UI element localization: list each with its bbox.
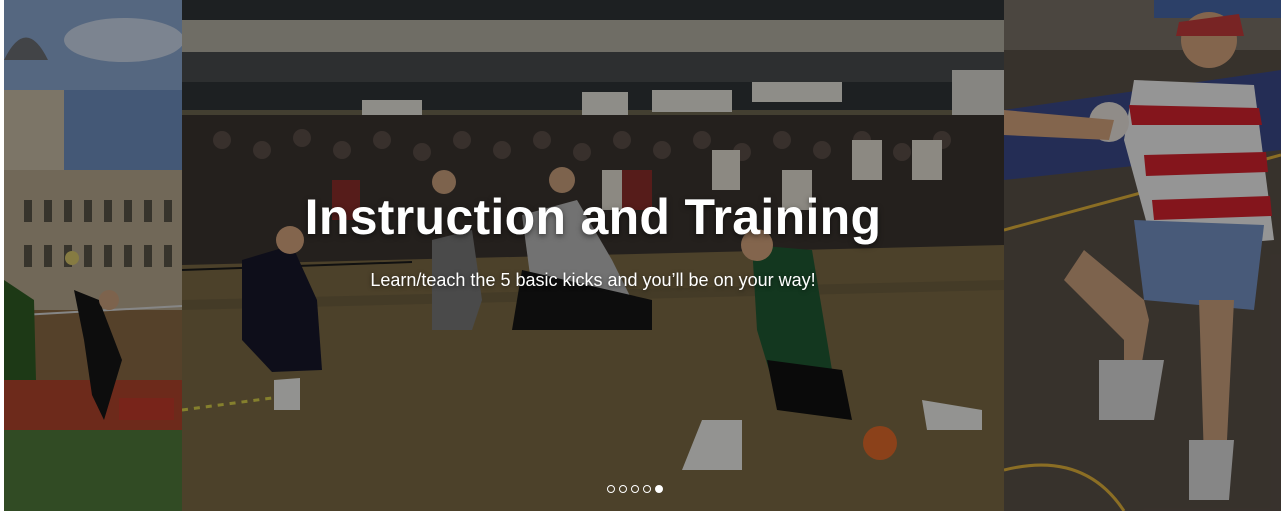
slide-title: Instruction and Training — [304, 189, 882, 245]
hero-carousel[interactable]: Instruction and Training Learn/teach the… — [0, 0, 1281, 511]
pagination-dot-1[interactable] — [607, 485, 615, 493]
footbag-instruction-session-photo — [182, 0, 1004, 511]
pagination-dot-3[interactable] — [631, 485, 639, 493]
pagination-dot-5[interactable] — [655, 485, 663, 493]
active-slide-image[interactable] — [182, 0, 1004, 511]
pagination-dot-4[interactable] — [643, 485, 651, 493]
outdoor-footbag-match-photo — [4, 0, 182, 511]
footbag-player-kicking-photo — [1004, 0, 1281, 511]
slide-subtitle: Learn/teach the 5 basic kicks and you’ll… — [370, 270, 816, 290]
next-slide-image[interactable] — [1004, 0, 1281, 511]
carousel-pagination — [607, 485, 663, 493]
pagination-dot-2[interactable] — [619, 485, 627, 493]
previous-slide-image[interactable] — [4, 0, 182, 511]
